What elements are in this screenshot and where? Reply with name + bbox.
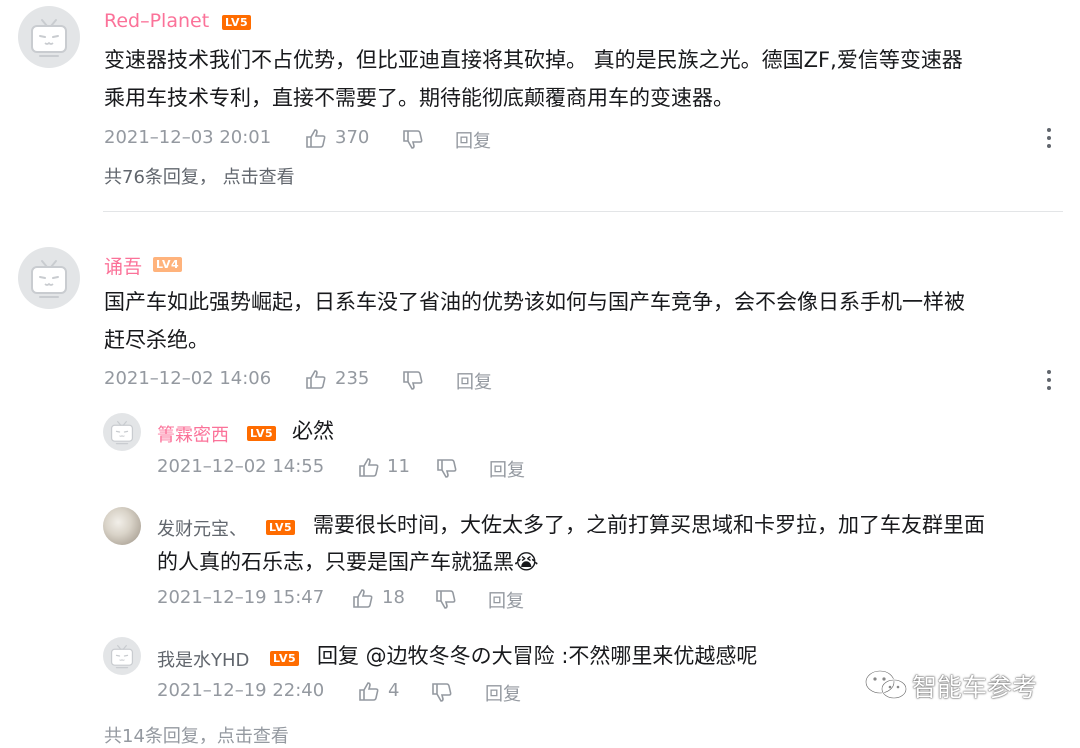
avatar[interactable] — [103, 507, 141, 545]
level-badge: LV4 — [153, 257, 183, 272]
reply-text-line2-text: 的人真的石乐志，只要是国产车就猛黑 — [157, 550, 514, 574]
thumbs-up-icon[interactable] — [352, 587, 374, 609]
comment-text-line1: 国产车如此强势崛起，日系车没了省油的优势该如何与国产车竞争，会不会像日系手机一样… — [104, 290, 965, 314]
tv-placeholder-icon — [110, 644, 134, 669]
like-count: 370 — [335, 127, 370, 148]
more-options-icon[interactable] — [1046, 370, 1052, 392]
comment-date: 2021–12–03 20:01 — [104, 127, 272, 148]
username[interactable]: 箐霖密西 — [157, 421, 229, 447]
like-count: 235 — [335, 368, 370, 389]
reply-date: 2021–12–02 14:55 — [157, 456, 325, 477]
tv-placeholder-icon — [31, 260, 67, 298]
thumbs-up-icon[interactable] — [358, 456, 380, 478]
level-badge: LV5 — [266, 520, 296, 535]
like-count: 18 — [382, 587, 405, 608]
comment-text-line1: 变速器技术我们不占优势，但比亚迪直接将其砍掉。 真的是民族之光。德国ZF,爱信等… — [104, 48, 963, 72]
like-count: 4 — [388, 680, 400, 701]
thumbs-up-icon[interactable] — [358, 680, 380, 702]
avatar[interactable] — [18, 6, 80, 68]
reply-date: 2021–12–19 22:40 — [157, 680, 325, 701]
reply-button[interactable]: 回复 — [455, 127, 491, 153]
view-replies-link[interactable]: 点击查看 — [223, 167, 295, 188]
reply-text-line2: 的人真的石乐志，只要是国产车就猛黑😭 — [157, 544, 539, 581]
username[interactable]: 诵吾 — [104, 252, 142, 279]
thumbs-down-icon[interactable] — [436, 458, 458, 480]
avatar[interactable] — [103, 413, 141, 451]
reply-button[interactable]: 回复 — [456, 368, 492, 394]
username[interactable]: Red–Planet — [104, 10, 209, 32]
more-options-icon[interactable] — [1046, 128, 1052, 150]
avatar[interactable] — [103, 637, 141, 675]
watermark-text: 智能车参考 — [912, 673, 1038, 702]
reply-button[interactable]: 回复 — [488, 587, 524, 613]
sub-reply-count-text: 共76条回复， — [104, 167, 217, 188]
reply-button[interactable]: 回复 — [489, 456, 525, 482]
thumbs-up-icon[interactable] — [305, 127, 327, 149]
username[interactable]: 发财元宝、 — [157, 515, 247, 541]
comment-date: 2021–12–02 14:06 — [104, 368, 272, 389]
username[interactable]: 我是水YHD — [157, 646, 249, 672]
tv-placeholder-icon — [110, 420, 134, 445]
sub-reply-count: 共76条回复， 点击查看 — [104, 163, 295, 189]
thumbs-down-icon[interactable] — [402, 129, 424, 151]
reply-text-line1: 需要很长时间，大佐太多了，之前打算买思域和卡罗拉，加了车友群里面 — [313, 513, 985, 537]
thumbs-down-icon[interactable] — [435, 589, 457, 611]
thumbs-down-icon[interactable] — [431, 682, 453, 704]
reply-date: 2021–12–19 15:47 — [157, 587, 325, 608]
reply-text: 必然 — [292, 419, 334, 443]
wechat-icon — [864, 669, 908, 700]
level-badge: LV5 — [270, 651, 300, 666]
reply-text: 回复 @边牧冬冬の大冒险 :不然哪里来优越感呢 — [317, 644, 758, 668]
comment-text-line2: 赶尽杀绝。 — [104, 328, 209, 352]
level-badge: LV5 — [222, 15, 252, 30]
like-count: 11 — [387, 456, 410, 477]
comment-text-line2: 乘用车技术专利，直接不需要了。期待能彻底颠覆商用车的变速器。 — [104, 86, 734, 110]
thumbs-up-icon[interactable] — [305, 368, 327, 390]
crying-emoji-icon: 😭 — [514, 550, 539, 574]
view-replies-link[interactable]: 共14条回复，点击查看 — [104, 722, 289, 748]
level-badge: LV5 — [247, 426, 277, 441]
thumbs-down-icon[interactable] — [402, 370, 424, 392]
reply-button[interactable]: 回复 — [485, 680, 521, 706]
avatar[interactable] — [18, 247, 80, 309]
tv-placeholder-icon — [31, 19, 67, 57]
divider — [103, 211, 1063, 212]
